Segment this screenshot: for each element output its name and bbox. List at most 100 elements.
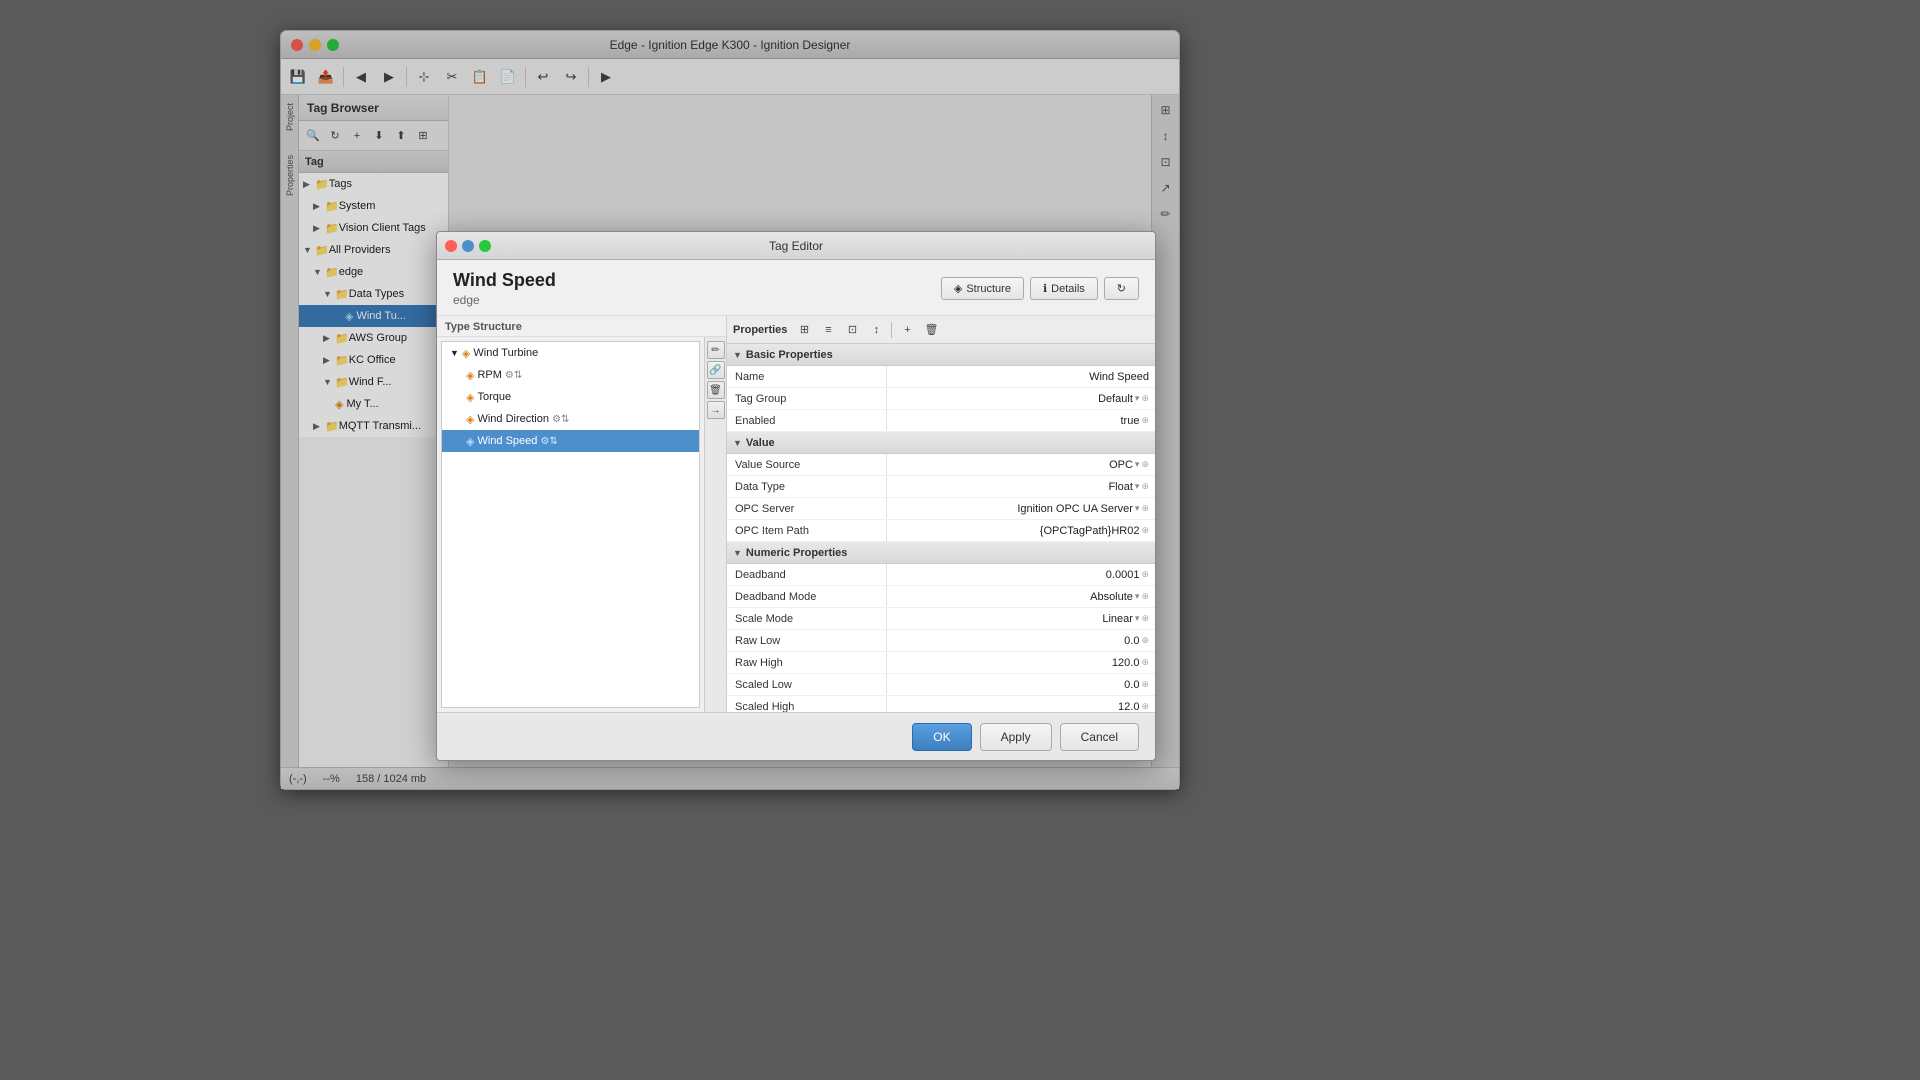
prop-row-name[interactable]: Name Wind Speed [727,366,1155,388]
prop-enabled-label: Enabled [727,410,887,431]
dropdown-icon[interactable]: ▾ [1135,481,1140,492]
type-tree-wind-direction-label: Wind Direction [477,413,549,425]
prop-value-source-value: OPC ▾ ⊕ [887,459,1155,471]
type-tree-wind-speed[interactable]: ◈ Wind Speed ⚙ ⇅ [442,430,699,452]
dropdown-icon[interactable]: ▾ [1135,393,1140,404]
prop-row-tag-group[interactable]: Tag Group Default ▾ ⊕ [727,388,1155,410]
prop-raw-low-value: 0.0 ⊕ [887,635,1155,647]
type-tag-icon: ◈ [466,435,474,448]
prop-row-deadband[interactable]: Deadband 0.0001 ⊕ [727,564,1155,586]
type-tree-wind-turbine[interactable]: ▼ ◈ Wind Turbine [442,342,699,364]
dropdown-icon[interactable]: ▾ [1135,503,1140,514]
type-tree-wind-speed-label: Wind Speed [477,435,537,447]
prop-name-label: Name [727,366,887,387]
prop-scaled-high-value: 12.0 ⊕ [887,701,1155,713]
type-structure-label: Type Structure [437,316,726,337]
link-icon[interactable]: ⊕ [1141,503,1149,514]
link-icon[interactable]: ⊕ [1141,415,1149,426]
dialog-window-controls [445,240,491,252]
prop-row-enabled[interactable]: Enabled true ⊕ [727,410,1155,432]
prop-row-opc-server[interactable]: OPC Server Ignition OPC UA Server ▾ ⊕ [727,498,1155,520]
type-delete-btn[interactable]: 🗑 [707,381,725,399]
properties-table[interactable]: ▼ Basic Properties Name Wind Speed [727,344,1155,712]
link-icon[interactable]: ⊕ [1141,679,1149,690]
basic-props-header[interactable]: ▼ Basic Properties [727,344,1155,366]
dialog-close-btn[interactable] [445,240,457,252]
prop-opc-item-path-value: {OPCTagPath}HR02 ⊕ [887,525,1155,537]
type-edit-btn[interactable]: ✏ [707,341,725,359]
numeric-props-header[interactable]: ▼ Numeric Properties [727,542,1155,564]
prop-scale-mode-value: Linear ▾ ⊕ [887,613,1155,625]
section-arrow: ▼ [733,548,742,558]
type-tree[interactable]: ▼ ◈ Wind Turbine ◈ RPM ⚙ ⇅ [441,341,700,708]
details-icon: ℹ [1043,282,1047,295]
structure-button[interactable]: ◈ Structure [941,277,1024,300]
dropdown-icon[interactable]: ▾ [1135,613,1140,624]
structure-label: Structure [966,283,1011,295]
prop-row-scaled-low[interactable]: Scaled Low 0.0 ⊕ [727,674,1155,696]
props-sep [891,322,892,338]
refresh-button[interactable]: ↻ [1104,277,1139,300]
props-delete-btn[interactable]: 🗑 [920,319,942,341]
ok-button[interactable]: OK [912,723,971,751]
prop-scale-mode-label: Scale Mode [727,608,887,629]
dialog-title-text: Tag Editor [769,239,823,253]
config-icon: ⚙ [540,436,549,447]
prop-deadband-mode-value: Absolute ▾ ⊕ [887,591,1155,603]
apply-button[interactable]: Apply [980,723,1052,751]
prop-data-type-value: Float ▾ ⊕ [887,481,1155,493]
props-grid-btn[interactable]: ⊞ [793,319,815,341]
link-icon[interactable]: ⊕ [1141,657,1149,668]
config-icon2: ⇅ [549,436,557,447]
link-icon[interactable]: ⊕ [1141,525,1149,536]
dialog-footer: OK Apply Cancel [437,712,1155,760]
prop-enabled-value: true ⊕ [887,415,1155,427]
properties-panel: Properties ⊞ ≡ ⊡ ↕ + 🗑 ▼ B [727,316,1155,712]
prop-tag-group-value: Default ▾ ⊕ [887,393,1155,405]
value-section-header[interactable]: ▼ Value [727,432,1155,454]
dialog-expand-btn[interactable] [462,240,474,252]
type-tag-icon: ◈ [466,391,474,404]
details-button[interactable]: ℹ Details [1030,277,1098,300]
link-icon[interactable]: ⊕ [1141,635,1149,646]
prop-data-type-label: Data Type [727,476,887,497]
dropdown-icon[interactable]: ▾ [1135,459,1140,470]
prop-scaled-low-label: Scaled Low [727,674,887,695]
prop-scaled-high-label: Scaled High [727,696,887,712]
link-icon[interactable]: ⊕ [1141,591,1149,602]
prop-row-opc-item-path[interactable]: OPC Item Path {OPCTagPath}HR02 ⊕ [727,520,1155,542]
link-icon[interactable]: ⊕ [1141,459,1149,470]
type-tree-torque[interactable]: ◈ Torque [442,386,699,408]
refresh-icon: ↻ [1117,282,1126,295]
prop-row-deadband-mode[interactable]: Deadband Mode Absolute ▾ ⊕ [727,586,1155,608]
link-icon[interactable]: ⊕ [1141,569,1149,580]
link-icon[interactable]: ⊕ [1141,701,1149,712]
props-list-btn[interactable]: ≡ [817,319,839,341]
link-icon[interactable]: ⊕ [1141,613,1149,624]
type-arrow-btn[interactable]: → [707,401,725,419]
link-icon[interactable]: ⊕ [1141,393,1149,404]
link-icon[interactable]: ⊕ [1141,481,1149,492]
cancel-button[interactable]: Cancel [1060,723,1139,751]
dialog-tag-path: edge [453,293,556,307]
dialog-body: Type Structure ▼ ◈ Wind Turbine ◈ [437,316,1155,712]
props-sort-btn[interactable]: ↕ [865,319,887,341]
props-add-btn[interactable]: + [896,319,918,341]
prop-row-value-source[interactable]: Value Source OPC ▾ ⊕ [727,454,1155,476]
props-label: Properties [733,324,787,336]
props-detail-btn[interactable]: ⊡ [841,319,863,341]
type-link-btn[interactable]: 🔗 [707,361,725,379]
prop-row-scale-mode[interactable]: Scale Mode Linear ▾ ⊕ [727,608,1155,630]
prop-row-scaled-high[interactable]: Scaled High 12.0 ⊕ [727,696,1155,712]
prop-scaled-low-value: 0.0 ⊕ [887,679,1155,691]
type-tree-wind-direction[interactable]: ◈ Wind Direction ⚙ ⇅ [442,408,699,430]
prop-name-value: Wind Speed [887,371,1155,383]
type-tree-rpm[interactable]: ◈ RPM ⚙ ⇅ [442,364,699,386]
prop-row-data-type[interactable]: Data Type Float ▾ ⊕ [727,476,1155,498]
prop-deadband-value: 0.0001 ⊕ [887,569,1155,581]
prop-row-raw-high[interactable]: Raw High 120.0 ⊕ [727,652,1155,674]
basic-props-label: Basic Properties [746,349,833,361]
dropdown-icon[interactable]: ▾ [1135,591,1140,602]
prop-row-raw-low[interactable]: Raw Low 0.0 ⊕ [727,630,1155,652]
dialog-max-btn[interactable] [479,240,491,252]
